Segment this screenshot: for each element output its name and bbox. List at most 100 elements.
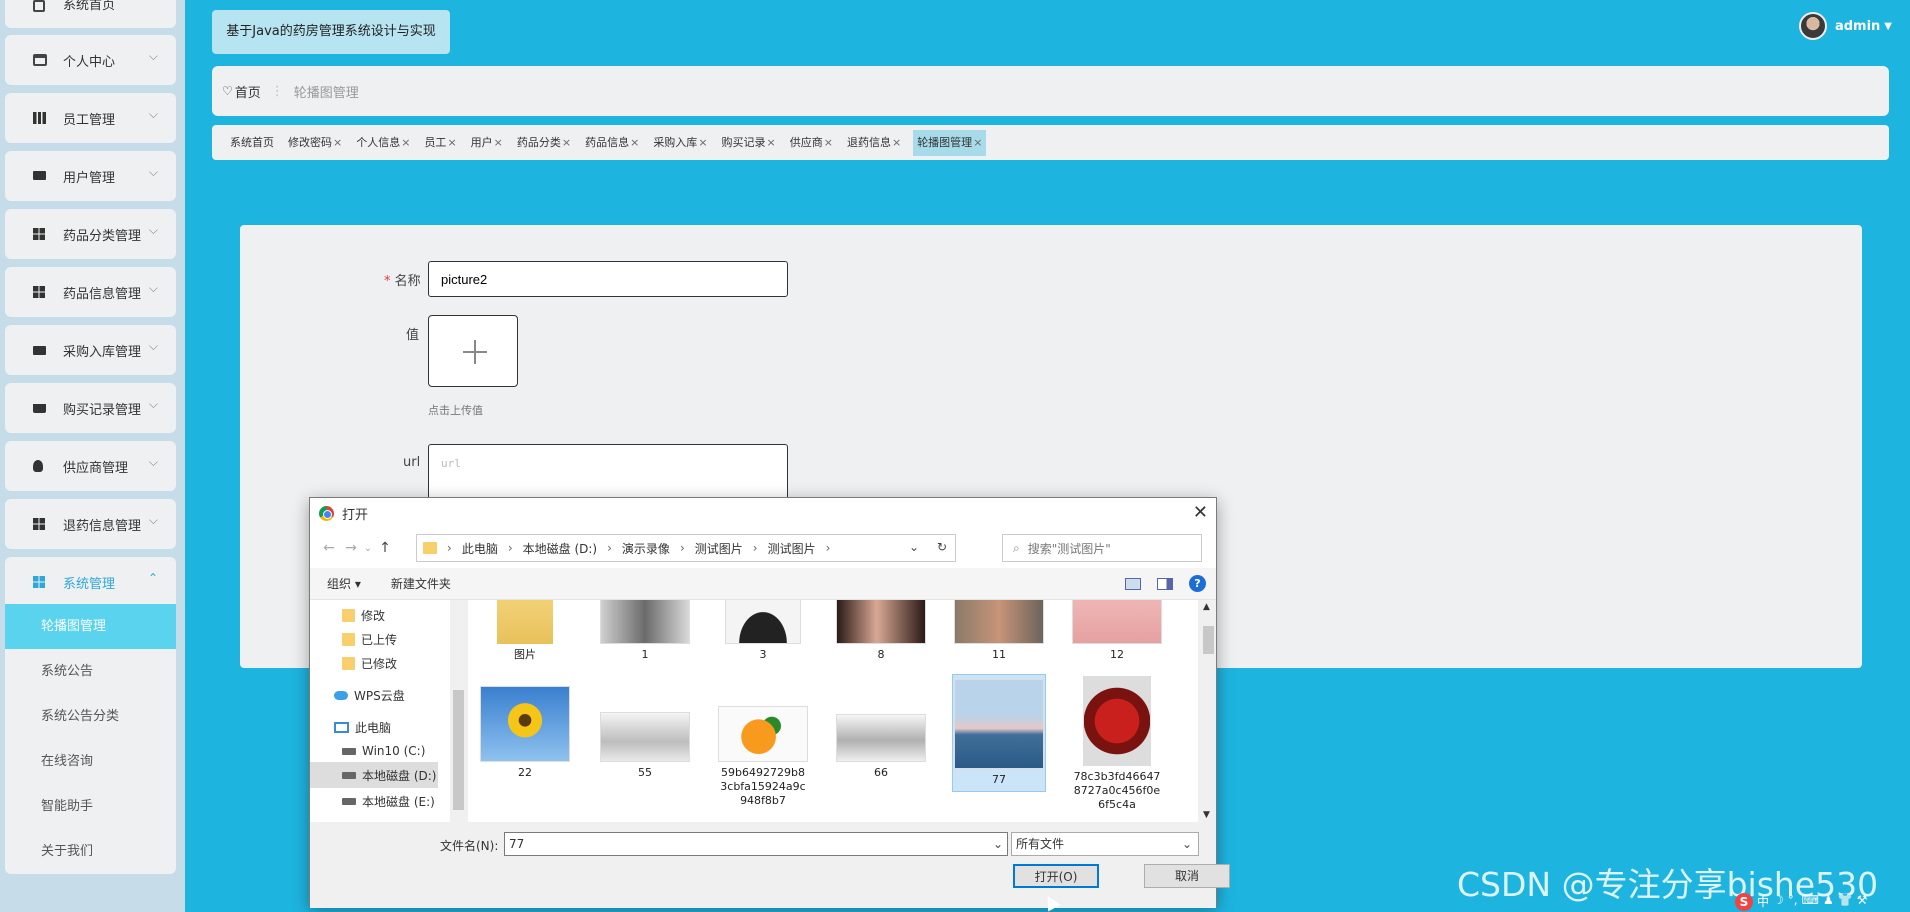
- chevron-down-icon[interactable]: ⌄: [993, 833, 1003, 855]
- sidebar-item-profile[interactable]: 个人中心 ⌵: [5, 35, 176, 85]
- up-arrow-icon[interactable]: ↑: [374, 540, 396, 556]
- file-item[interactable]: 55: [598, 686, 692, 780]
- sidebar-item-purchase-in[interactable]: 采购入库管理 ⌵: [5, 325, 176, 375]
- recent-dropdown-icon[interactable]: ⌄: [362, 543, 374, 554]
- nav-item-modify[interactable]: 修改: [310, 602, 438, 628]
- skin-icon[interactable]: 👕: [1838, 893, 1853, 911]
- breadcrumb-home[interactable]: 首页: [235, 82, 261, 101]
- path-segment[interactable]: 本地磁盘 (D:): [523, 540, 597, 557]
- scroll-down-icon[interactable]: ▼: [1203, 810, 1210, 820]
- file-item-selected[interactable]: 77: [952, 674, 1046, 792]
- new-folder-button[interactable]: 新建文件夹: [391, 575, 451, 592]
- close-icon[interactable]: ✕: [1193, 502, 1208, 523]
- path-segment[interactable]: 此电脑: [462, 540, 498, 557]
- file-item[interactable]: 78c3b3fd466478727a0c456f0e6f5c4a: [1070, 676, 1164, 812]
- nav-item-drive-c[interactable]: Win10 (C:): [310, 738, 438, 764]
- tab-purchase-in[interactable]: 采购入库×: [651, 130, 709, 156]
- close-icon[interactable]: ×: [562, 136, 571, 149]
- tab-change-password[interactable]: 修改密码×: [286, 130, 344, 156]
- sidebar-item-system[interactable]: 系统管理 ⌃: [5, 557, 176, 607]
- upload-button[interactable]: [428, 315, 518, 387]
- file-list-scrollbar[interactable]: ▲ ▼: [1200, 600, 1216, 822]
- sidebar-item-drug-category[interactable]: 药品分类管理 ⌵: [5, 209, 176, 259]
- sidebar-subitem-about[interactable]: 关于我们: [5, 829, 176, 874]
- name-input[interactable]: [428, 261, 788, 297]
- sidebar-item-staff[interactable]: 员工管理 ⌵: [5, 93, 176, 143]
- close-icon[interactable]: ×: [824, 136, 833, 149]
- close-icon[interactable]: ×: [767, 136, 776, 149]
- back-arrow-icon[interactable]: ←: [318, 540, 340, 556]
- file-item[interactable]: 22: [478, 686, 572, 780]
- keyboard-icon[interactable]: ⌨: [1802, 893, 1819, 911]
- file-item[interactable]: 11: [952, 600, 1046, 662]
- sidebar-item-drug-info[interactable]: 药品信息管理 ⌵: [5, 267, 176, 317]
- refresh-icon[interactable]: ↻: [937, 540, 947, 554]
- close-icon[interactable]: ×: [494, 136, 503, 149]
- sidebar-subitem-notice[interactable]: 系统公告: [5, 649, 176, 694]
- user-menu[interactable]: admin ▼: [1798, 12, 1892, 40]
- nav-scrollbar[interactable]: [451, 600, 466, 822]
- file-item[interactable]: 12: [1070, 600, 1164, 662]
- sidebar-subitem-consult[interactable]: 在线咨询: [5, 739, 176, 784]
- url-input[interactable]: url: [428, 444, 788, 504]
- close-icon[interactable]: ×: [447, 136, 456, 149]
- organize-button[interactable]: 组织 ▾: [327, 575, 361, 592]
- nav-item-this-pc[interactable]: 此电脑: [310, 714, 438, 740]
- tab-profile[interactable]: 个人信息×: [354, 130, 412, 156]
- path-segment[interactable]: 测试图片: [695, 540, 743, 557]
- close-icon[interactable]: ×: [630, 136, 639, 149]
- ime-toolbar[interactable]: S 中 ☽ °, ⌨ ♟ 👕 ⚒: [1735, 893, 1867, 911]
- user-icon[interactable]: ♟: [1823, 893, 1834, 911]
- nav-item-modified[interactable]: 已修改: [310, 650, 438, 676]
- file-item[interactable]: 3: [716, 600, 810, 662]
- tab-purchase-record[interactable]: 购买记录×: [720, 130, 778, 156]
- chevron-down-icon[interactable]: ⌄: [909, 540, 919, 554]
- close-icon[interactable]: ×: [973, 136, 982, 149]
- path-segment[interactable]: 演示录像: [622, 540, 670, 557]
- tab-drug-category[interactable]: 药品分类×: [515, 130, 573, 156]
- nav-item-uploaded[interactable]: 已上传: [310, 626, 438, 652]
- preview-pane-icon[interactable]: [1157, 577, 1173, 590]
- ime-mode[interactable]: 中: [1757, 893, 1769, 911]
- tab-staff[interactable]: 员工×: [422, 130, 458, 156]
- sidebar-subitem-notice-category[interactable]: 系统公告分类: [5, 694, 176, 739]
- cancel-button[interactable]: 取消: [1144, 864, 1230, 888]
- sidebar-item-return[interactable]: 退药信息管理 ⌵: [5, 499, 176, 549]
- close-icon[interactable]: ×: [892, 136, 901, 149]
- path-segment[interactable]: 测试图片: [768, 540, 816, 557]
- sidebar-item-users[interactable]: 用户管理 ⌵: [5, 151, 176, 201]
- sidebar-subitem-assistant[interactable]: 智能助手: [5, 784, 176, 829]
- file-item[interactable]: 59b6492729b83cbfa15924a9c948f8b7: [716, 686, 810, 808]
- help-icon[interactable]: ?: [1189, 575, 1206, 592]
- sidebar-item-purchase-record[interactable]: 购买记录管理 ⌵: [5, 383, 176, 433]
- address-bar[interactable]: › 此电脑 › 本地磁盘 (D:) › 演示录像 › 测试图片 › 测试图片 › ⌄ ↻: [416, 534, 956, 562]
- file-item[interactable]: 图片: [478, 600, 572, 662]
- nav-item-drive-d[interactable]: 本地磁盘 (D:): [310, 762, 438, 788]
- punctuation-icon[interactable]: °,: [1788, 893, 1798, 911]
- tab-return[interactable]: 退药信息×: [845, 130, 903, 156]
- tools-icon[interactable]: ⚒: [1857, 893, 1868, 911]
- moon-icon[interactable]: ☽: [1773, 893, 1784, 911]
- scroll-up-icon[interactable]: ▲: [1203, 602, 1210, 612]
- nav-item-drive-e[interactable]: 本地磁盘 (E:): [310, 788, 438, 814]
- file-name-input[interactable]: 77 ⌄: [504, 832, 1008, 856]
- file-type-select[interactable]: 所有文件 ⌄: [1011, 832, 1199, 856]
- sidebar-item-home[interactable]: 系统首页: [5, 0, 176, 28]
- forward-arrow-icon[interactable]: →: [340, 540, 362, 556]
- chevron-down-icon[interactable]: ⌄: [1182, 833, 1192, 855]
- tab-supplier[interactable]: 供应商×: [788, 130, 835, 156]
- open-button[interactable]: 打开(O): [1013, 864, 1099, 888]
- close-icon[interactable]: ×: [698, 136, 707, 149]
- sidebar-item-supplier[interactable]: 供应商管理 ⌵: [5, 441, 176, 491]
- close-icon[interactable]: ×: [401, 136, 410, 149]
- view-options-icon[interactable]: [1125, 577, 1141, 590]
- nav-item-wps[interactable]: WPS云盘: [310, 682, 438, 708]
- close-icon[interactable]: ×: [333, 136, 342, 149]
- tab-drug-info[interactable]: 药品信息×: [583, 130, 641, 156]
- file-item[interactable]: 8: [834, 600, 928, 662]
- tab-carousel[interactable]: 轮播图管理×: [913, 129, 987, 156]
- file-item[interactable]: 66: [834, 686, 928, 780]
- sidebar-subitem-carousel[interactable]: 轮播图管理: [5, 604, 176, 649]
- tab-user[interactable]: 用户×: [469, 130, 505, 156]
- sogou-icon[interactable]: S: [1735, 893, 1753, 911]
